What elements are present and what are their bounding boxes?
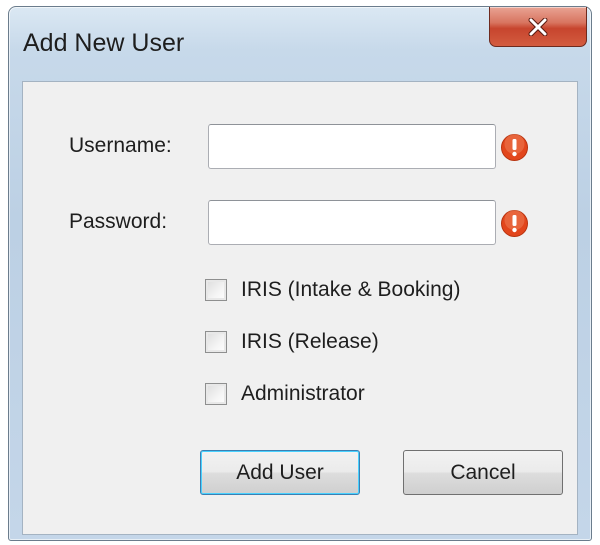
username-input[interactable] [208, 124, 496, 169]
option-iris-intake-booking[interactable]: IRIS (Intake & Booking) [205, 275, 460, 305]
checkbox-iris-intake-booking[interactable] [205, 279, 227, 301]
close-button[interactable] [489, 7, 587, 47]
checkbox-label: IRIS (Intake & Booking) [241, 278, 461, 301]
dialog-body: Username: Password: IRIS (Intake & Booki… [22, 81, 578, 535]
option-administrator[interactable]: Administrator [205, 379, 365, 409]
error-icon [501, 134, 528, 161]
checkbox-label: Administrator [241, 382, 365, 405]
title-bar[interactable]: Add New User [9, 7, 591, 81]
close-icon [528, 17, 548, 36]
checkbox-label: IRIS (Release) [241, 330, 379, 353]
add-user-button[interactable]: Add User [200, 450, 360, 495]
username-label: Username: [69, 134, 172, 157]
error-icon [501, 210, 528, 237]
password-input[interactable] [208, 200, 496, 245]
add-new-user-dialog: Add New User Username: Password: IRIS (I… [8, 6, 592, 541]
checkbox-iris-release[interactable] [205, 331, 227, 353]
checkbox-administrator[interactable] [205, 383, 227, 405]
cancel-button[interactable]: Cancel [403, 450, 563, 495]
password-label: Password: [69, 210, 168, 233]
window-title: Add New User [23, 29, 185, 57]
option-iris-release[interactable]: IRIS (Release) [205, 327, 379, 357]
